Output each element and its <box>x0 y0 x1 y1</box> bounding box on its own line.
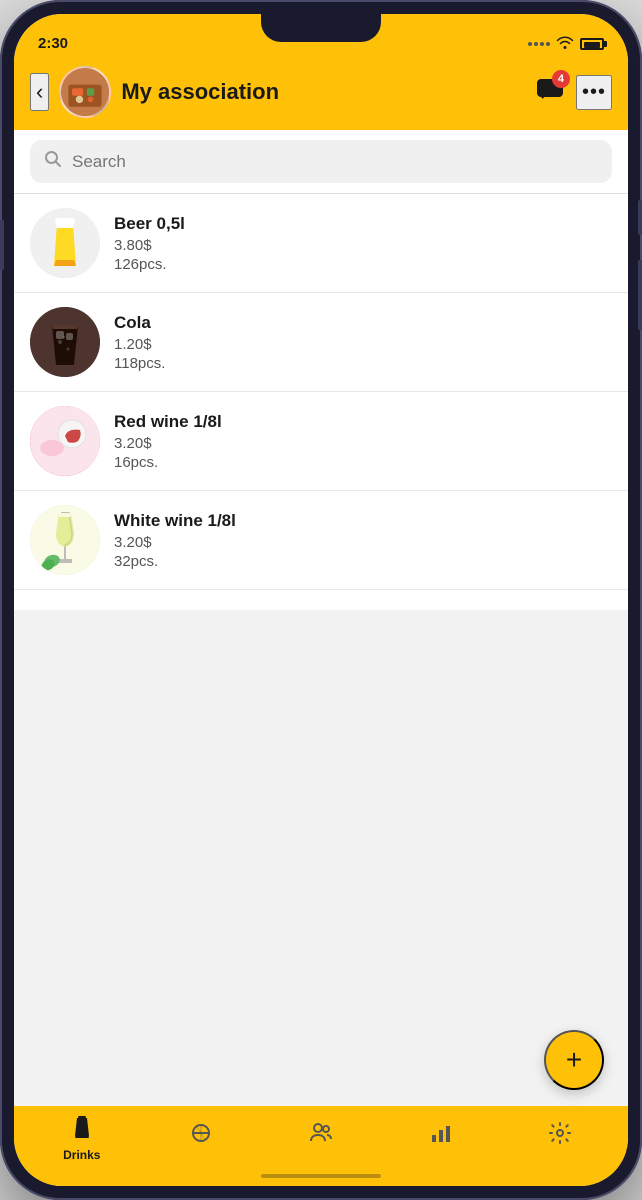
nav-item-stats[interactable] <box>381 1115 501 1161</box>
item-stock: 16pcs. <box>114 454 612 471</box>
item-name: Red wine 1/8l <box>114 412 612 432</box>
stats-icon <box>429 1121 453 1151</box>
list-item[interactable]: White wine 1/8l 3.20$ 32pcs. <box>14 491 628 590</box>
scroll-content: Beer 0,5l 3.80$ 126pcs. <box>14 194 628 1106</box>
item-price: 1.20$ <box>114 336 612 353</box>
drinks-icon <box>70 1114 94 1144</box>
food-icon <box>189 1121 213 1151</box>
notification-button[interactable]: 4 <box>536 76 564 109</box>
item-price: 3.20$ <box>114 435 612 452</box>
nav-item-food[interactable] <box>142 1115 262 1161</box>
nav-item-drinks[interactable]: Drinks <box>22 1108 142 1168</box>
item-info-cola: Cola 1.20$ 118pcs. <box>114 313 612 372</box>
nav-item-members[interactable] <box>261 1115 381 1161</box>
settings-icon <box>548 1121 572 1151</box>
status-icons <box>528 35 604 52</box>
members-icon <box>309 1121 333 1151</box>
nav-item-settings[interactable] <box>500 1115 620 1161</box>
item-price: 3.20$ <box>114 534 612 551</box>
signal-icon <box>528 42 550 46</box>
notification-badge: 4 <box>552 70 570 88</box>
item-name: Beer 0,5l <box>114 214 612 234</box>
volume-button <box>0 220 4 270</box>
list-item[interactable]: Cola 1.20$ 118pcs. <box>14 293 628 392</box>
status-time: 2:30 <box>38 35 68 52</box>
item-info-redwine: Red wine 1/8l 3.20$ 16pcs. <box>114 412 612 471</box>
search-box <box>30 140 612 183</box>
items-list: Beer 0,5l 3.80$ 126pcs. <box>14 194 628 610</box>
item-info-whitewine: White wine 1/8l 3.20$ 32pcs. <box>114 511 612 570</box>
empty-area <box>14 610 628 1026</box>
item-name: Cola <box>114 313 612 333</box>
phone-frame: 2:30 ‹ <box>0 0 642 1200</box>
item-stock: 118pcs. <box>114 355 612 372</box>
item-image-redwine <box>30 406 100 476</box>
battery-icon <box>580 38 604 50</box>
list-item[interactable]: Red wine 1/8l 3.20$ 16pcs. <box>14 392 628 491</box>
item-image-whitewine <box>30 505 100 575</box>
more-button[interactable]: ••• <box>576 75 612 110</box>
item-stock: 126pcs. <box>114 256 612 273</box>
power-button-top <box>638 200 642 235</box>
fab-container: + <box>14 1026 628 1106</box>
search-icon <box>44 150 62 173</box>
power-button-bottom <box>638 260 642 330</box>
item-image-cola <box>30 307 100 377</box>
item-info-beer: Beer 0,5l 3.80$ 126pcs. <box>114 214 612 273</box>
search-input[interactable] <box>72 152 598 172</box>
item-image-beer <box>30 208 100 278</box>
page-title: My association <box>121 79 526 105</box>
item-stock: 32pcs. <box>114 553 612 570</box>
nav-label-drinks: Drinks <box>63 1148 100 1162</box>
back-button[interactable]: ‹ <box>30 73 49 111</box>
header-actions: 4 ••• <box>536 75 612 110</box>
avatar <box>59 66 111 118</box>
list-item[interactable]: Beer 0,5l 3.80$ 126pcs. <box>14 194 628 293</box>
header: ‹ My association <box>14 58 628 130</box>
notch <box>261 14 381 42</box>
item-price: 3.80$ <box>114 237 612 254</box>
item-name: White wine 1/8l <box>114 511 612 531</box>
home-indicator <box>261 1174 381 1178</box>
wifi-icon <box>556 35 574 52</box>
add-item-button[interactable]: + <box>544 1030 604 1090</box>
phone-screen: 2:30 ‹ <box>14 14 628 1186</box>
search-container <box>14 130 628 194</box>
